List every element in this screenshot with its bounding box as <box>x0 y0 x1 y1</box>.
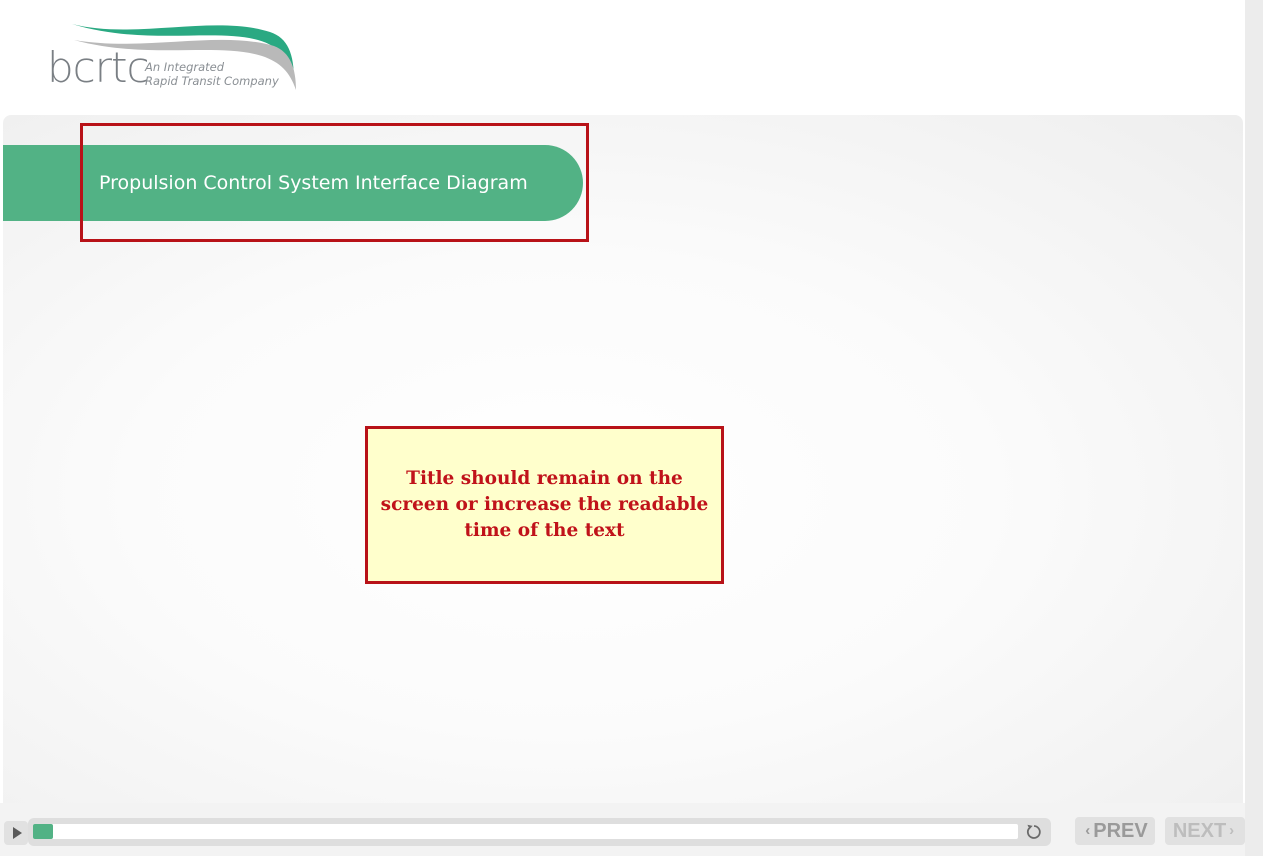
logo-tagline: An Integrated Rapid Transit Company <box>145 60 279 88</box>
review-note-text: Title should remain on the screen or inc… <box>380 468 709 541</box>
review-note-box: Title should remain on the screen or inc… <box>365 426 724 584</box>
title-review-highlight <box>80 123 589 242</box>
chevron-right-icon: › <box>1229 822 1235 839</box>
progress-fill <box>33 824 53 839</box>
next-label: NEXT <box>1172 820 1227 842</box>
chevron-left-icon: ‹ <box>1085 822 1091 839</box>
progress-bar[interactable] <box>28 818 1051 846</box>
next-button[interactable]: NEXT › <box>1165 817 1245 845</box>
prev-button[interactable]: ‹ PREV <box>1075 817 1155 845</box>
playback-controls: ‹ PREV NEXT › <box>0 803 1245 856</box>
logo-wordmark: bcrtc <box>47 43 150 92</box>
right-scroll-strip <box>1245 0 1263 856</box>
play-icon <box>12 827 22 839</box>
prev-label: PREV <box>1093 820 1148 842</box>
bcrtc-logo: bcrtc An Integrated Rapid Transit Compan… <box>44 18 304 96</box>
logo-tagline-line2: Rapid Transit Company <box>145 74 279 88</box>
replay-icon[interactable] <box>1024 822 1044 842</box>
logo-tagline-line1: An Integrated <box>145 60 225 74</box>
course-player: bcrtc An Integrated Rapid Transit Compan… <box>0 0 1263 856</box>
slide-stage: Propulsion Control System Interface Diag… <box>3 115 1243 803</box>
progress-track[interactable] <box>33 824 1018 839</box>
play-button[interactable] <box>4 821 28 845</box>
